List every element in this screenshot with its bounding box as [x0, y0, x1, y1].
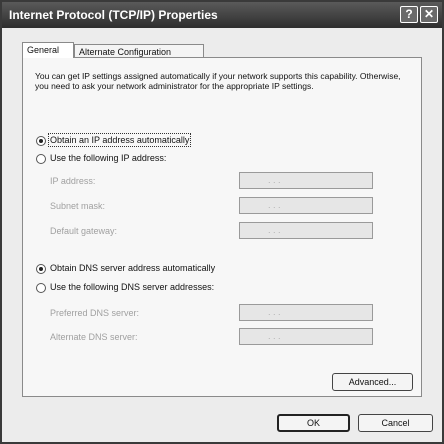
title-bar[interactable]: Internet Protocol (TCP/IP) Properties ? …: [2, 2, 442, 28]
default-gateway-dots: . . .: [268, 225, 281, 235]
use-following-ip-radio[interactable]: [36, 154, 46, 164]
obtain-dns-auto-radio[interactable]: [36, 264, 46, 274]
subnet-mask-label: Subnet mask:: [50, 201, 106, 211]
preferred-dns-input[interactable]: . . .: [239, 304, 373, 321]
advanced-button[interactable]: Advanced...: [332, 373, 413, 391]
close-button[interactable]: ✕: [420, 6, 438, 23]
alternate-dns-dots: . . .: [268, 331, 281, 341]
obtain-dns-auto-label[interactable]: Obtain DNS server address automatically: [50, 263, 215, 273]
obtain-ip-auto-radio[interactable]: [36, 136, 46, 146]
ip-address-input[interactable]: . . .: [239, 172, 373, 189]
alternate-dns-label: Alternate DNS server:: [50, 332, 138, 342]
default-gateway-input[interactable]: . . .: [239, 222, 373, 239]
obtain-ip-auto-label[interactable]: Obtain an IP address automatically: [47, 133, 192, 147]
cancel-button[interactable]: Cancel: [358, 414, 433, 432]
help-button[interactable]: ?: [400, 6, 418, 23]
settings-description: You can get IP settings assigned automat…: [35, 71, 401, 91]
use-following-dns-label[interactable]: Use the following DNS server addresses:: [50, 282, 214, 292]
subnet-mask-input[interactable]: . . .: [239, 197, 373, 214]
default-gateway-label: Default gateway:: [50, 226, 118, 236]
subnet-mask-dots: . . .: [268, 200, 281, 210]
tab-general[interactable]: General: [22, 42, 74, 58]
alternate-dns-input[interactable]: . . .: [239, 328, 373, 345]
use-following-dns-radio[interactable]: [36, 283, 46, 293]
window-title: Internet Protocol (TCP/IP) Properties: [9, 8, 218, 22]
use-following-ip-label[interactable]: Use the following IP address:: [50, 153, 166, 163]
ip-address-dots: . . .: [268, 175, 281, 185]
tab-alternate-configuration[interactable]: Alternate Configuration: [74, 44, 204, 58]
preferred-dns-label: Preferred DNS server:: [50, 308, 140, 318]
ok-button[interactable]: OK: [277, 414, 350, 432]
preferred-dns-dots: . . .: [268, 307, 281, 317]
ip-address-label: IP address:: [50, 176, 96, 186]
